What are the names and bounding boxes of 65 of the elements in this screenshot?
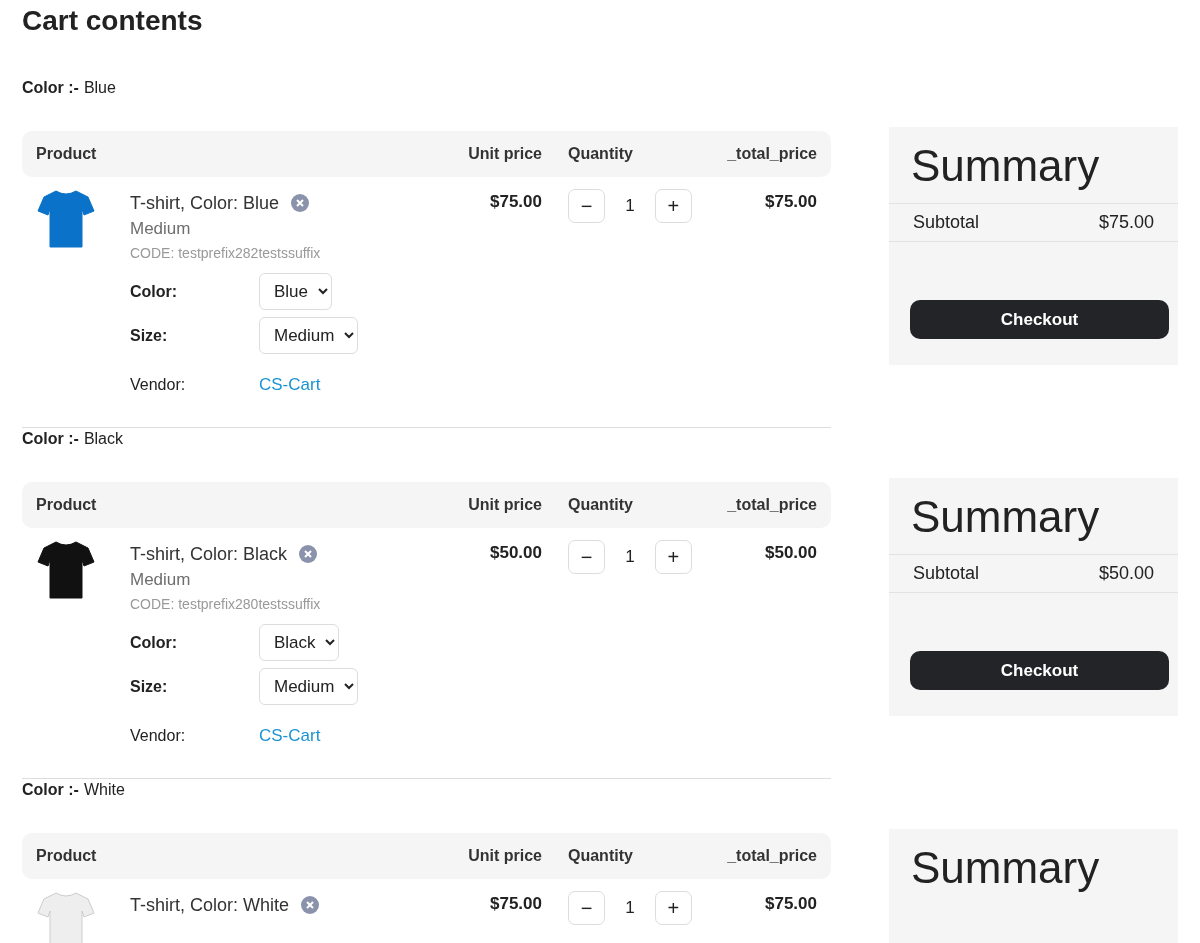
group-label: Color :- <box>22 780 79 800</box>
increase-button[interactable]: + <box>654 540 692 574</box>
page-title: Cart contents <box>22 4 204 38</box>
summary-title: Summary <box>910 491 1101 543</box>
option-label: Color: <box>130 282 179 301</box>
unit-price: $75.00 <box>489 191 542 213</box>
column-header: Product <box>36 145 98 163</box>
column-header: Quantity <box>567 847 634 865</box>
column-header: _total_price <box>726 145 817 163</box>
group-value: Blue <box>83 78 116 98</box>
option-select[interactable]: Blue <box>259 273 332 310</box>
subtotal-label: Subtotal <box>913 563 980 584</box>
group-label: Color :- <box>22 78 79 98</box>
increase-button[interactable]: + <box>654 189 692 223</box>
summary-title: Summary <box>910 140 1101 192</box>
remove-icon[interactable] <box>291 194 310 212</box>
group-value: Black <box>83 429 123 449</box>
column-header: Quantity <box>567 496 634 514</box>
total-price: $75.00 <box>764 191 817 213</box>
vendor-label: Vendor: <box>130 376 187 394</box>
vendor-label: Vendor: <box>130 727 187 745</box>
subtotal-label: Subtotal <box>913 212 980 233</box>
total-price: $75.00 <box>764 893 817 915</box>
unit-price: $50.00 <box>489 542 542 564</box>
column-header: Unit price <box>467 145 542 163</box>
product-code: CODE: testprefix282testssuffix <box>130 244 322 263</box>
decrease-button[interactable]: − <box>568 189 606 223</box>
total-price: $50.00 <box>764 542 817 564</box>
column-header: _total_price <box>726 847 817 865</box>
quantity-value: 1 <box>624 547 636 567</box>
checkout-button[interactable]: Checkout <box>910 300 1169 339</box>
vendor-link[interactable]: CS-Cart <box>259 726 358 746</box>
product-name: T-shirt, Color: Black <box>130 543 288 565</box>
product-name: T-shirt, Color: White <box>130 894 290 916</box>
product-variant: Medium <box>130 569 192 591</box>
subtotal-value: $50.00 <box>1098 563 1154 584</box>
group-label: Color :- <box>22 429 79 449</box>
product-variant: Medium <box>130 218 192 240</box>
column-header: Product <box>36 847 98 865</box>
summary-title: Summary <box>910 842 1101 894</box>
group-value: White <box>83 780 125 800</box>
quantity-value: 1 <box>624 196 636 216</box>
vendor-link[interactable]: CS-Cart <box>259 375 358 395</box>
checkout-button[interactable]: Checkout <box>910 651 1169 690</box>
option-label: Size: <box>130 677 169 696</box>
subtotal-value: $75.00 <box>1098 212 1154 233</box>
unit-price: $75.00 <box>489 893 542 915</box>
increase-button[interactable]: + <box>654 891 692 925</box>
decrease-button[interactable]: − <box>568 891 606 925</box>
option-select[interactable]: Medium <box>259 668 358 705</box>
column-header: Unit price <box>467 847 542 865</box>
product-code: CODE: testprefix280testssuffix <box>130 595 322 614</box>
product-name: T-shirt, Color: Blue <box>130 192 280 214</box>
column-header: _total_price <box>726 496 817 514</box>
column-header: Quantity <box>567 145 634 163</box>
remove-icon[interactable] <box>299 545 318 563</box>
option-label: Size: <box>130 326 169 345</box>
column-header: Product <box>36 496 98 514</box>
quantity-value: 1 <box>624 898 636 918</box>
decrease-button[interactable]: − <box>568 540 606 574</box>
option-label: Color: <box>130 633 179 652</box>
option-select[interactable]: Black <box>259 624 339 661</box>
column-header: Unit price <box>467 496 542 514</box>
remove-icon[interactable] <box>301 896 320 914</box>
option-select[interactable]: Medium <box>259 317 358 354</box>
